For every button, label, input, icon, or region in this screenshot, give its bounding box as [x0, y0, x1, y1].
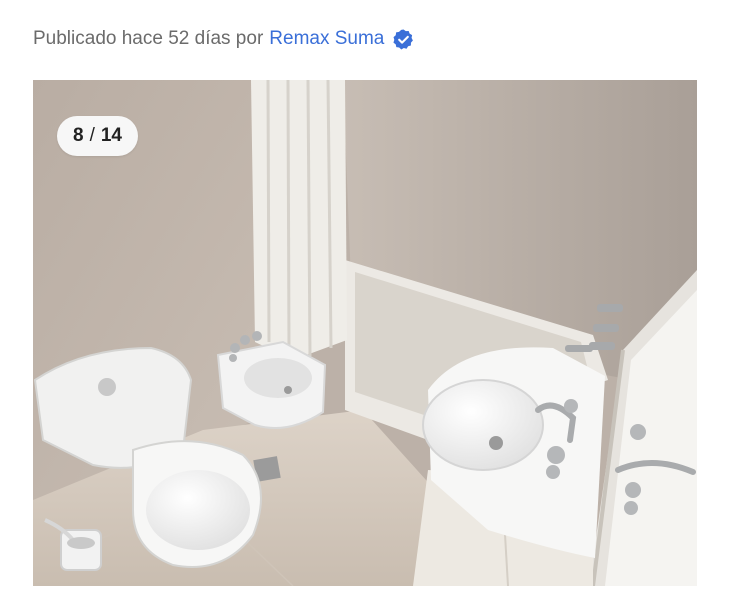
bathroom-photo — [33, 80, 697, 586]
verified-badge-icon — [392, 28, 415, 51]
listing-meta: Publicado hace 52 días por Remax Suma — [33, 26, 415, 52]
photo-counter-current: 8 — [73, 125, 84, 146]
published-text: Publicado hace 52 días por — [33, 28, 264, 49]
photo-gallery[interactable]: 8 / 14 — [33, 80, 697, 586]
photo-counter-total: 14 — [100, 125, 122, 146]
agency-link[interactable]: Remax Suma — [269, 28, 384, 50]
photo-counter: 8 / 14 — [57, 116, 138, 156]
photo-counter-separator: / — [89, 125, 95, 146]
